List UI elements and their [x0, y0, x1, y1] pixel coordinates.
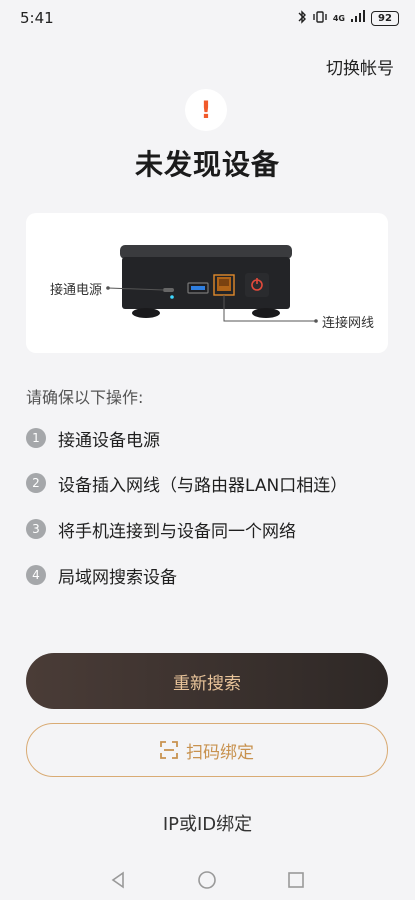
instructions-heading: 请确保以下操作: [26, 388, 144, 407]
network-type: 4G [332, 13, 345, 23]
step-text: 将手机连接到与设备同一个网络 [58, 521, 296, 542]
vibrate-icon [312, 10, 328, 27]
ip-id-bind-link[interactable]: IP或ID绑定 [0, 810, 415, 836]
bluetooth-icon [297, 9, 307, 27]
step-3: 3 将手机连接到与设备同一个网络 [26, 518, 296, 542]
system-nav-bar [0, 860, 415, 900]
page-title: 未发现设备 [134, 148, 280, 181]
step-1: 1 接通设备电源 [26, 427, 160, 451]
step-number: 3 [26, 519, 46, 539]
status-icons: 4G 92 [297, 9, 399, 27]
status-bar: 5:41 4G 92 [0, 0, 415, 36]
back-icon[interactable] [108, 870, 128, 890]
device-illustration-card: 接通电源 连接网线 [26, 213, 388, 353]
switch-account-link[interactable]: 切换帐号 [326, 54, 394, 79]
battery-icon: 92 [371, 10, 399, 26]
step-text: 局域网搜索设备 [58, 567, 177, 588]
research-button[interactable]: 重新搜索 [26, 653, 388, 709]
step-text: 设备插入网线（与路由器LAN口相连） [58, 475, 348, 496]
step-2: 2 设备插入网线（与路由器LAN口相连） [26, 472, 348, 496]
step-number: 4 [26, 565, 46, 585]
exclamation-icon: ! [200, 96, 212, 124]
recents-icon[interactable] [286, 870, 306, 890]
step-number: 1 [26, 428, 46, 448]
alert-icon: ! [185, 89, 227, 131]
scan-icon [160, 741, 178, 759]
step-text: 接通设备电源 [58, 430, 160, 451]
signal-icon [350, 10, 366, 26]
step-4: 4 局域网搜索设备 [26, 564, 177, 588]
network-callout-label: 连接网线 [322, 316, 375, 331]
step-number: 2 [26, 473, 46, 493]
power-callout-label: 接通电源 [50, 283, 103, 298]
scan-bind-button[interactable]: 扫码绑定 [26, 723, 388, 777]
home-icon[interactable] [197, 870, 217, 890]
scan-bind-label: 扫码绑定 [186, 742, 254, 763]
status-time: 5:41 [20, 9, 54, 27]
